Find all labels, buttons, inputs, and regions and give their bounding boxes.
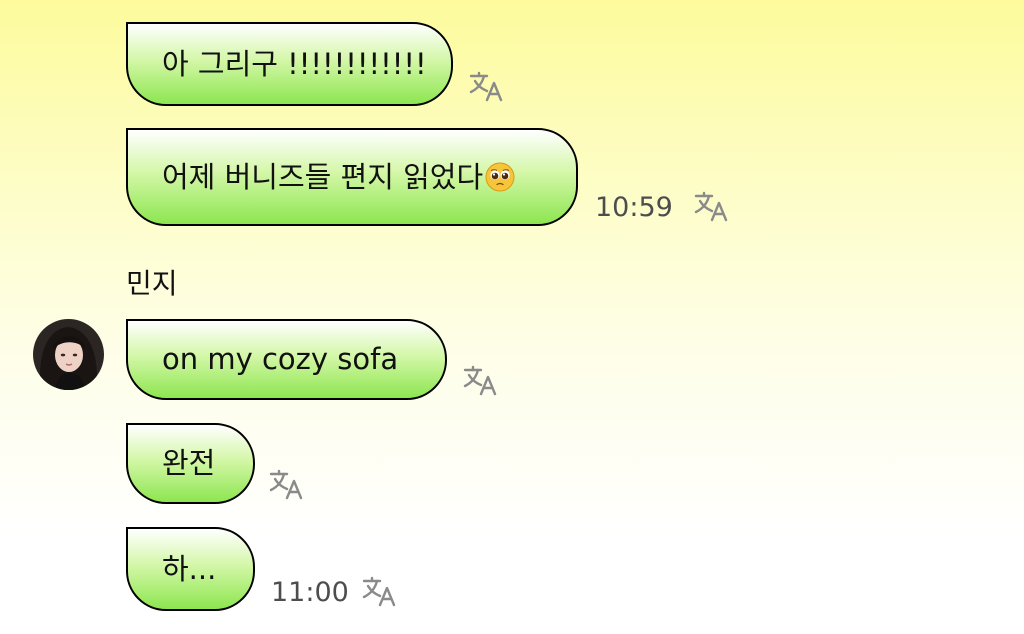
sender-name: 민지 [126, 267, 178, 300]
message-text: 완전 [162, 446, 216, 480]
translate-icon[interactable] [468, 70, 504, 102]
translate-icon[interactable] [268, 468, 304, 500]
translate-icon[interactable] [462, 364, 498, 396]
profile-photo [33, 319, 104, 390]
translate-icon[interactable] [361, 575, 397, 607]
pleading-face-emoji [485, 162, 515, 192]
message-bubble[interactable]: on my cozy sofa [126, 319, 447, 400]
message-text: 어제 버니즈들 편지 읽었다 [162, 159, 484, 194]
message-timestamp: 10:59 [595, 192, 673, 223]
translate-icon[interactable] [693, 190, 729, 222]
message-bubble[interactable]: 완전 [126, 423, 255, 504]
message-bubble[interactable]: 하... [126, 527, 255, 611]
message-text: on my cozy sofa [162, 342, 399, 376]
message-bubble[interactable]: 어제 버니즈들 편지 읽었다 [126, 128, 578, 226]
message-bubble[interactable]: 아 그리구 !!!!!!!!!!!! [126, 22, 453, 106]
message-text: 하... [162, 551, 217, 586]
message-text: 아 그리구 !!!!!!!!!!!! [162, 46, 427, 81]
message-timestamp: 11:00 [271, 577, 349, 608]
avatar[interactable] [33, 319, 104, 390]
chat-view[interactable]: 아 그리구 !!!!!!!!!!!! 어제 버니즈들 편지 읽었다 10:59 [0, 0, 1024, 634]
